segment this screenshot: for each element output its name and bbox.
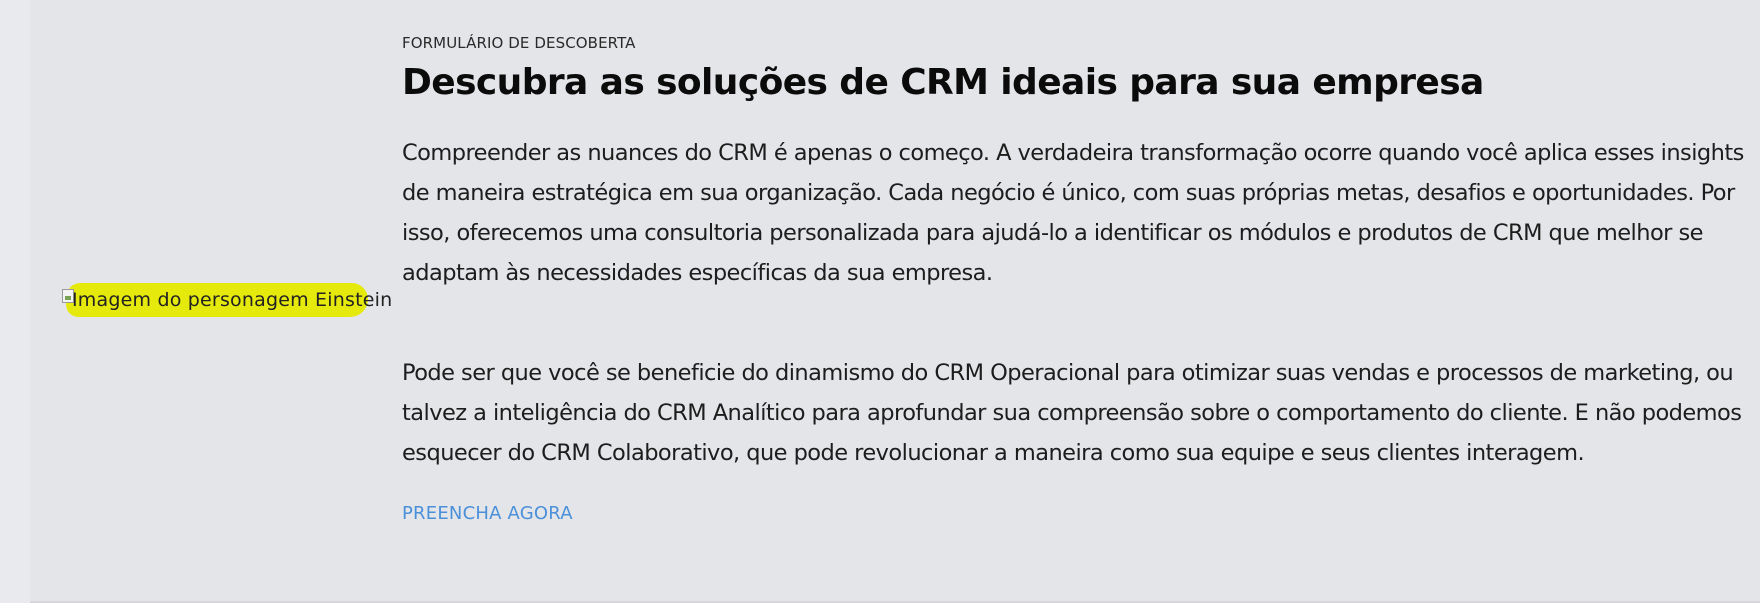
section-eyebrow: FORMULÁRIO DE DESCOBERTA [402,34,636,52]
einstein-image-container: Imagem do personagem Einstein [62,280,392,320]
intro-paragraph: Compreender as nuances do CRM é apenas o… [402,140,1744,286]
image-alt-text: Imagem do personagem Einstein [72,289,393,311]
details-paragraph: Pode ser que você se beneficie do dinami… [402,360,1742,466]
einstein-image-broken: Imagem do personagem Einstein [62,283,392,317]
fill-now-link[interactable]: PREENCHA AGORA [402,503,573,524]
section-content: FORMULÁRIO DE DESCOBERTA Descubra as sol… [402,30,1752,524]
section-title: Descubra as soluções de CRM ideais para … [402,62,1484,103]
discovery-form-section: Imagem do personagem Einstein FORMULÁRIO… [30,0,1760,603]
